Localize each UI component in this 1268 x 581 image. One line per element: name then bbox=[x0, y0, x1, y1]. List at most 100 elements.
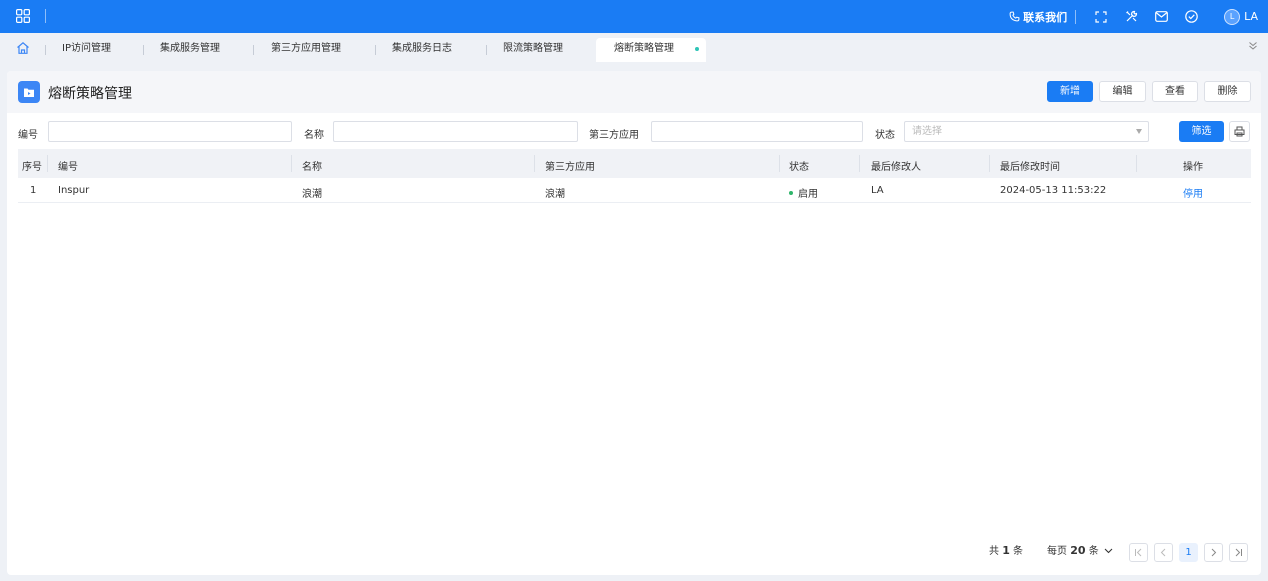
topbar-divider bbox=[45, 9, 46, 23]
tab-rate-limit[interactable]: 限流策略管理 bbox=[503, 38, 563, 62]
tab-divider bbox=[45, 45, 46, 55]
row-index: 1 bbox=[30, 185, 37, 196]
column-divider bbox=[1136, 155, 1137, 172]
add-button[interactable]: 新增 bbox=[1047, 81, 1093, 102]
fullscreen-icon bbox=[1095, 10, 1107, 23]
disable-link[interactable]: 停用 bbox=[1183, 185, 1203, 200]
app-filter-label: 第三方应用 bbox=[589, 130, 639, 141]
row-status: 启用 bbox=[789, 185, 818, 200]
contact-us-link[interactable]: 联系我们 bbox=[1009, 9, 1067, 25]
card-header: 熔断策略管理 新增 编辑 查看 删除 bbox=[7, 71, 1261, 113]
filter-button[interactable]: 筛选 bbox=[1179, 121, 1224, 142]
chevron-right-icon bbox=[1211, 548, 1217, 557]
column-header: 第三方应用 bbox=[545, 162, 595, 173]
column-header: 最后修改时间 bbox=[1000, 162, 1060, 173]
column-header: 编号 bbox=[58, 162, 78, 173]
tab-label: 熔断策略管理 bbox=[614, 43, 674, 54]
topbar-actions: 联系我们 L LA bbox=[1009, 0, 1268, 33]
name-filter-input[interactable] bbox=[333, 121, 578, 142]
row-modifier: LA bbox=[871, 185, 884, 196]
last-page-button[interactable] bbox=[1229, 543, 1248, 562]
tab-divider bbox=[143, 45, 144, 55]
tasks-button[interactable] bbox=[1184, 10, 1198, 24]
tools-button[interactable] bbox=[1124, 10, 1138, 24]
topbar-divider bbox=[1075, 9, 1077, 24]
code-filter-input[interactable] bbox=[48, 121, 292, 142]
status-filter-label: 状态 bbox=[875, 130, 895, 141]
tab-ip-access[interactable]: IP访问管理 bbox=[62, 38, 111, 62]
tab-bar: IP访问管理 集成服务管理 第三方应用管理 集成服务日志 限流策略管理 熔断策略… bbox=[0, 33, 1268, 63]
row-name: 浪潮 bbox=[302, 189, 322, 200]
page-number-button[interactable]: 1 bbox=[1179, 543, 1198, 562]
column-header: 状态 bbox=[789, 162, 809, 173]
tab-integration-log[interactable]: 集成服务日志 bbox=[392, 38, 452, 62]
code-filter-label: 编号 bbox=[18, 130, 38, 141]
total-suffix: 条 bbox=[1013, 546, 1024, 557]
row-modified-time: 2024-05-13 11:53:22 bbox=[1000, 185, 1107, 196]
first-page-icon bbox=[1135, 548, 1142, 557]
chevron-double-down-icon[interactable] bbox=[1248, 41, 1258, 51]
row-app: 浪潮 bbox=[545, 189, 565, 200]
column-divider bbox=[534, 155, 535, 172]
page-title: 熔断策略管理 bbox=[48, 86, 132, 102]
edit-button[interactable]: 编辑 bbox=[1099, 81, 1146, 102]
tab-integration-service[interactable]: 集成服务管理 bbox=[160, 38, 220, 62]
total-count: 共 1 条 bbox=[989, 542, 1023, 557]
column-divider bbox=[989, 155, 990, 172]
status-placeholder: 请选择 bbox=[912, 126, 942, 137]
app-filter-input[interactable] bbox=[651, 121, 863, 142]
column-header: 名称 bbox=[302, 162, 322, 173]
column-header: 最后修改人 bbox=[871, 162, 921, 173]
mail-icon bbox=[1154, 11, 1168, 22]
column-divider bbox=[779, 155, 780, 172]
page-size-suffix: 条 bbox=[1088, 546, 1099, 557]
table-row[interactable]: 1 Inspur 浪潮 浪潮 启用 LA 2024-05-13 11:53:22… bbox=[18, 178, 1251, 203]
tab-circuit-breaker[interactable]: 熔断策略管理 bbox=[596, 38, 706, 62]
column-header: 操作 bbox=[1183, 162, 1203, 173]
prev-page-button[interactable] bbox=[1154, 543, 1173, 562]
app-grid-icon[interactable] bbox=[16, 9, 30, 23]
row-code: Inspur bbox=[58, 185, 90, 196]
message-button[interactable] bbox=[1154, 10, 1168, 24]
column-divider bbox=[859, 155, 860, 172]
home-icon[interactable] bbox=[16, 41, 30, 55]
tab-divider bbox=[486, 45, 487, 55]
total-number: 1 bbox=[1002, 544, 1010, 557]
tab-divider bbox=[253, 45, 254, 55]
last-page-icon bbox=[1235, 548, 1242, 557]
view-button[interactable]: 查看 bbox=[1152, 81, 1198, 102]
tab-divider bbox=[375, 45, 376, 55]
status-text: 启用 bbox=[798, 189, 818, 200]
total-prefix: 共 bbox=[989, 546, 999, 557]
column-divider bbox=[291, 155, 292, 172]
contact-us-label: 联系我们 bbox=[1023, 10, 1068, 24]
delete-button[interactable]: 删除 bbox=[1204, 81, 1251, 102]
chevron-down-icon bbox=[1104, 548, 1113, 554]
print-button[interactable] bbox=[1229, 121, 1250, 142]
status-dot bbox=[789, 191, 793, 195]
page-size-select[interactable]: 每页 20 条 bbox=[1047, 542, 1113, 557]
printer-icon bbox=[1234, 126, 1245, 137]
page-size-value: 20 bbox=[1070, 544, 1086, 557]
check-circle-icon bbox=[1184, 10, 1198, 23]
page-size-prefix: 每页 bbox=[1047, 546, 1067, 557]
next-page-button[interactable] bbox=[1204, 543, 1223, 562]
first-page-button[interactable] bbox=[1129, 543, 1148, 562]
status-filter-select[interactable]: 请选择 bbox=[904, 121, 1149, 142]
column-divider bbox=[47, 155, 48, 172]
name-filter-label: 名称 bbox=[304, 130, 324, 141]
fullscreen-button[interactable] bbox=[1094, 10, 1108, 24]
username[interactable]: LA bbox=[1244, 10, 1258, 23]
phone-icon bbox=[1009, 11, 1020, 22]
main-card: 熔断策略管理 新增 编辑 查看 删除 编号 名称 第三方应用 状态 请选择 筛选… bbox=[7, 71, 1261, 575]
column-header: 序号 bbox=[22, 162, 42, 173]
caret-down-icon bbox=[1136, 129, 1142, 134]
active-tab-dot bbox=[695, 47, 699, 51]
table-header: 序号 编号 名称 第三方应用 状态 最后修改人 最后修改时间 操作 bbox=[18, 149, 1251, 178]
avatar[interactable]: L bbox=[1224, 8, 1241, 25]
chevron-left-icon bbox=[1160, 548, 1166, 557]
folder-icon bbox=[18, 81, 40, 103]
tab-third-party-app[interactable]: 第三方应用管理 bbox=[271, 38, 341, 62]
tools-icon bbox=[1125, 10, 1137, 22]
top-bar: 联系我们 L LA bbox=[0, 0, 1268, 33]
